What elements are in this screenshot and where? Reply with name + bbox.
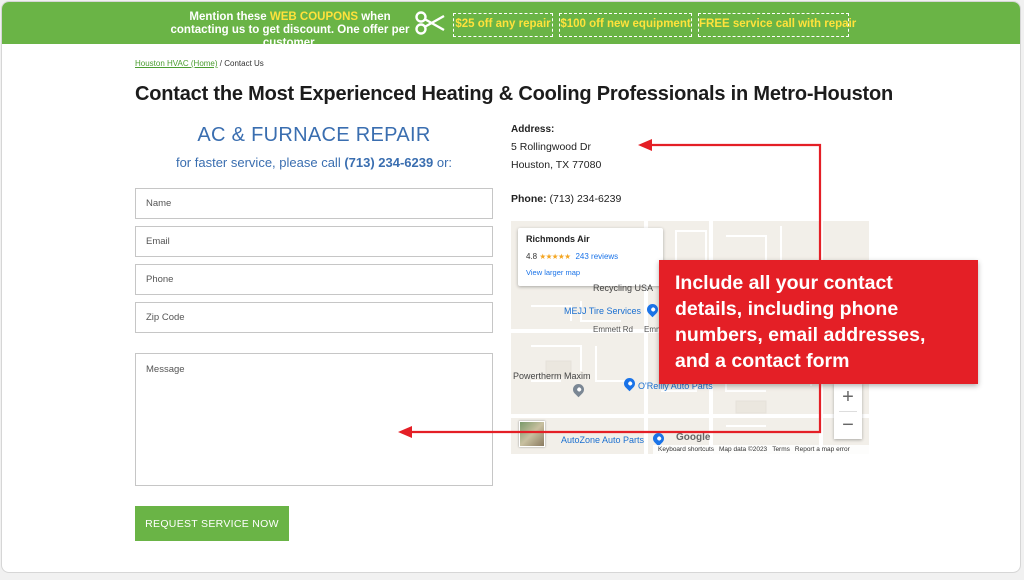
poi-autozone[interactable]: AutoZone Auto Parts xyxy=(561,435,644,445)
annotation-callout: Include all your contact details, includ… xyxy=(659,260,978,384)
phone-label: Phone: xyxy=(511,193,547,205)
street-view-thumbnail[interactable] xyxy=(519,421,545,447)
contact-phone: Phone: (713) 234-6239 xyxy=(511,193,621,205)
poi-recycling[interactable]: Recycling USA xyxy=(593,283,653,293)
form-heading: AC & FURNACE REPAIR xyxy=(197,124,431,146)
zip-code-input[interactable] xyxy=(135,302,493,333)
phone-value: (713) 234-6239 xyxy=(546,193,622,205)
breadcrumb: Houston HVAC (Home) / Contact Us xyxy=(135,59,264,68)
terms-link[interactable]: Terms xyxy=(772,446,790,453)
phone-input[interactable] xyxy=(135,264,493,295)
name-input[interactable] xyxy=(135,188,493,219)
scissors-icon xyxy=(415,11,445,35)
message-textarea[interactable] xyxy=(135,353,493,486)
keyboard-shortcuts-link[interactable]: Keyboard shortcuts xyxy=(658,446,714,453)
place-rating: 4.8 ★★★★★ 243 reviews xyxy=(526,252,619,261)
google-logo: Google xyxy=(676,432,711,443)
map-data-text: Map data ©2023 xyxy=(719,446,768,453)
place-name: Richmonds Air xyxy=(526,234,590,244)
request-service-button[interactable]: REQUEST SERVICE NOW xyxy=(135,506,289,541)
coupon-free-service-call[interactable]: FREE service call with repair xyxy=(698,13,856,37)
zoom-out-button[interactable]: − xyxy=(834,411,862,439)
breadcrumb-home-link[interactable]: Houston HVAC (Home) xyxy=(135,59,218,68)
coupon-new-equipment[interactable]: $100 off new equipment xyxy=(559,13,692,37)
page-title: Contact the Most Experienced Heating & C… xyxy=(135,83,893,105)
view-larger-map-link[interactable]: View larger map xyxy=(526,268,655,277)
address-line-2: Houston, TX 77080 xyxy=(511,159,602,171)
poi-powertherm[interactable]: Powertherm Maxim xyxy=(513,371,591,381)
banner-text: Mention these WEB COUPONS when contactin… xyxy=(170,11,410,49)
page-frame: Mention these WEB COUPONS when contactin… xyxy=(1,1,1021,573)
coupon-banner: Mention these WEB COUPONS when contactin… xyxy=(2,2,1020,49)
map-footer: Keyboard shortcuts Map data ©2023 Terms Rep… xyxy=(653,445,869,454)
poi-mejj-tire[interactable]: MEJJ Tire Services xyxy=(564,306,641,316)
form-subheading: for faster service, please call (713) 23… xyxy=(175,155,453,170)
map-zoom-control: + − xyxy=(834,383,862,439)
reviews-link[interactable]: 243 reviews xyxy=(575,252,618,261)
coupon-repair[interactable]: $25 off any repair xyxy=(453,13,553,37)
email-input[interactable] xyxy=(135,226,493,257)
rating-stars-icon: ★★★★★ xyxy=(539,252,571,261)
address-line-1: 5 Rollingwood Dr xyxy=(511,141,591,153)
breadcrumb-current: Contact Us xyxy=(224,59,264,68)
report-map-error-link[interactable]: Report a map error xyxy=(795,446,850,453)
zoom-in-button[interactable]: + xyxy=(834,383,862,411)
address-label: Address: xyxy=(511,124,555,135)
road-emmett-rd: Emmett Rd xyxy=(593,325,634,334)
form-phone-link[interactable]: (713) 234-6239 xyxy=(344,155,433,170)
arrow-head-icon xyxy=(638,139,652,151)
map-place-card: Richmonds Air 4.8 ★★★★★ 243 reviews View … xyxy=(518,228,663,286)
